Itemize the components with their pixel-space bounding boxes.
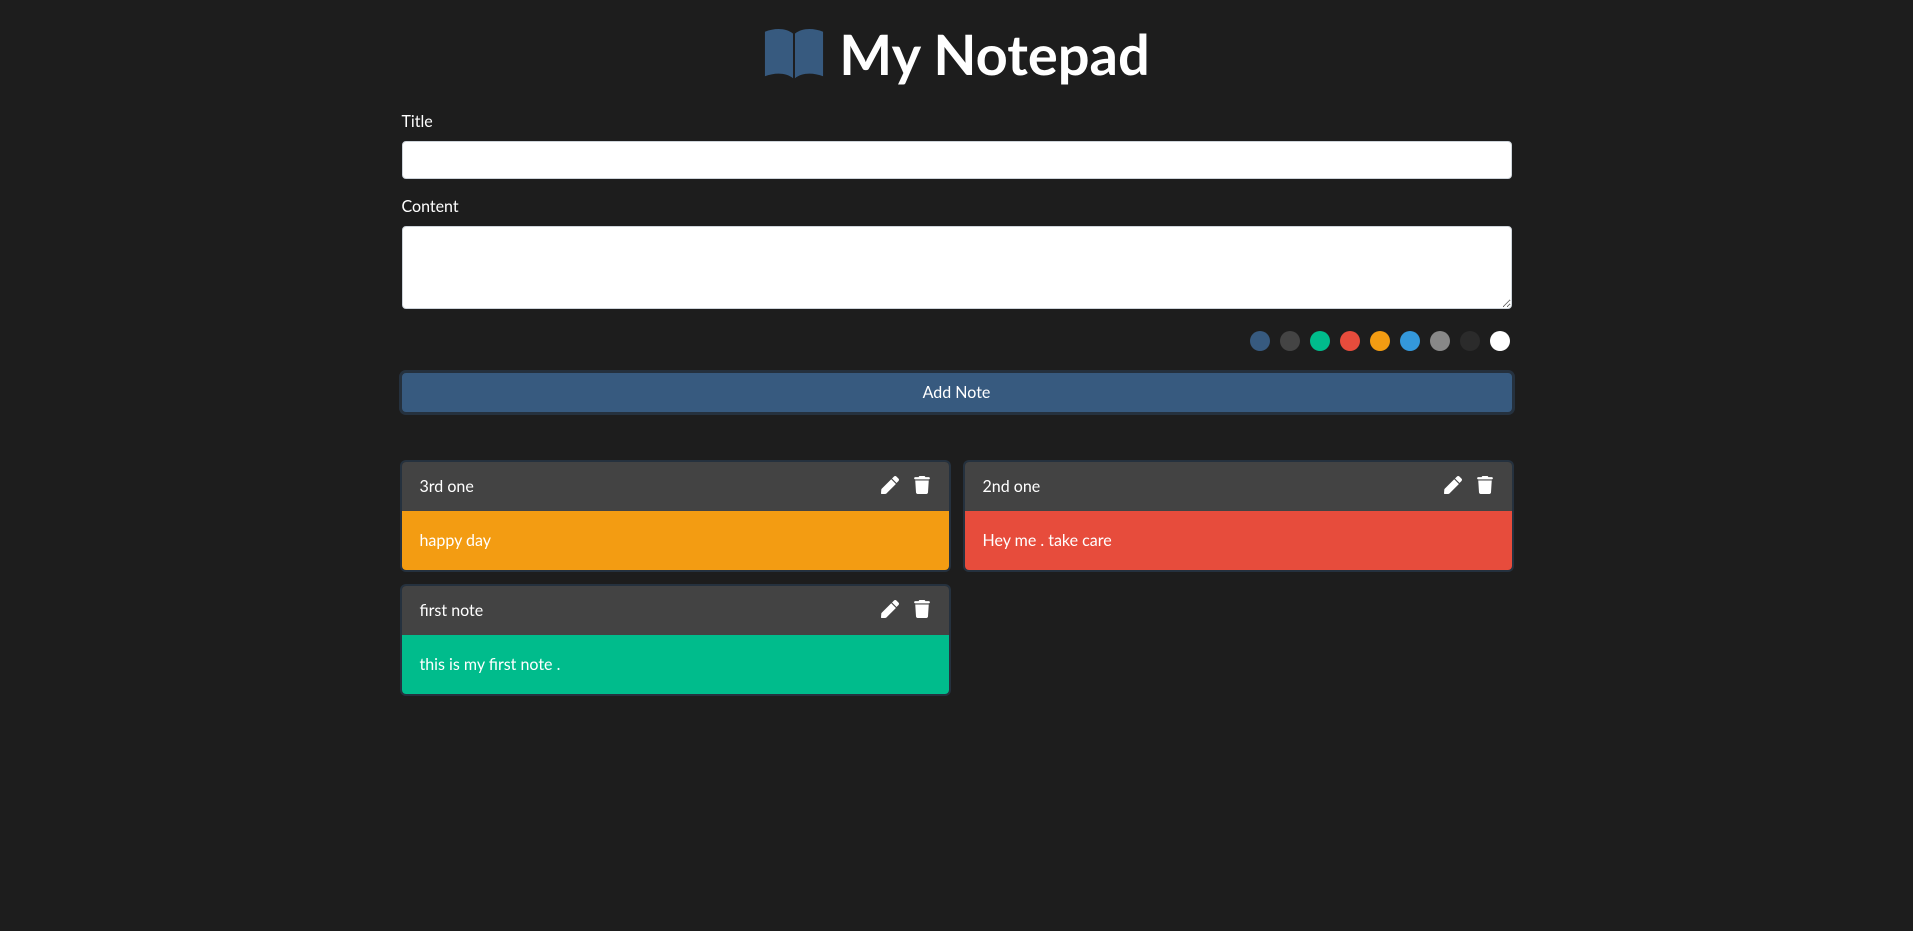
- note-content: Hey me . take care: [965, 511, 1512, 570]
- note-card: 2nd one Hey me . take care: [965, 462, 1512, 570]
- note-actions: [1444, 476, 1494, 497]
- note-header: 2nd one: [965, 462, 1512, 511]
- note-card: 3rd one happy day: [402, 462, 949, 570]
- delete-note-button[interactable]: [1476, 476, 1494, 497]
- delete-note-button[interactable]: [913, 476, 931, 497]
- note-header: 3rd one: [402, 462, 949, 511]
- title-label: Title: [402, 112, 1512, 131]
- note-content: this is my first note .: [402, 635, 949, 694]
- delete-note-button[interactable]: [913, 600, 931, 621]
- note-actions: [881, 476, 931, 497]
- edit-note-button[interactable]: [1444, 476, 1462, 497]
- color-swatch-black[interactable]: [1460, 331, 1480, 351]
- add-note-button[interactable]: Add Note: [402, 373, 1512, 412]
- color-swatch-gray[interactable]: [1430, 331, 1450, 351]
- pencil-icon: [1444, 476, 1462, 497]
- content-input[interactable]: [402, 226, 1512, 309]
- color-swatch-dark-gray[interactable]: [1280, 331, 1300, 351]
- title-group: Title: [402, 112, 1512, 179]
- pencil-icon: [881, 600, 899, 621]
- color-swatch-orange[interactable]: [1370, 331, 1390, 351]
- book-icon: [763, 27, 825, 81]
- note-content: happy day: [402, 511, 949, 570]
- note-title: 3rd one: [420, 477, 881, 496]
- title-input[interactable]: [402, 141, 1512, 179]
- notes-grid: 3rd one happy day 2nd one Hey me . take car…: [402, 462, 1512, 694]
- trash-icon: [1476, 476, 1494, 497]
- app-container: My Notepad Title Content Add Note 3rd on…: [387, 0, 1527, 694]
- edit-note-button[interactable]: [881, 476, 899, 497]
- color-swatch-sky[interactable]: [1400, 331, 1420, 351]
- app-title: My Notepad: [839, 20, 1150, 87]
- color-swatch-white[interactable]: [1490, 331, 1510, 351]
- trash-icon: [913, 476, 931, 497]
- note-card: first note this is my first note .: [402, 586, 949, 694]
- color-swatch-green[interactable]: [1310, 331, 1330, 351]
- content-group: Content: [402, 197, 1512, 313]
- note-title: 2nd one: [983, 477, 1444, 496]
- app-header: My Notepad: [402, 0, 1512, 112]
- content-label: Content: [402, 197, 1512, 216]
- note-title: first note: [420, 601, 881, 620]
- color-swatch-blue[interactable]: [1250, 331, 1270, 351]
- trash-icon: [913, 600, 931, 621]
- color-picker: [402, 331, 1512, 351]
- pencil-icon: [881, 476, 899, 497]
- edit-note-button[interactable]: [881, 600, 899, 621]
- note-header: first note: [402, 586, 949, 635]
- note-actions: [881, 600, 931, 621]
- app-title-wrap: My Notepad: [763, 20, 1150, 87]
- color-swatch-red[interactable]: [1340, 331, 1360, 351]
